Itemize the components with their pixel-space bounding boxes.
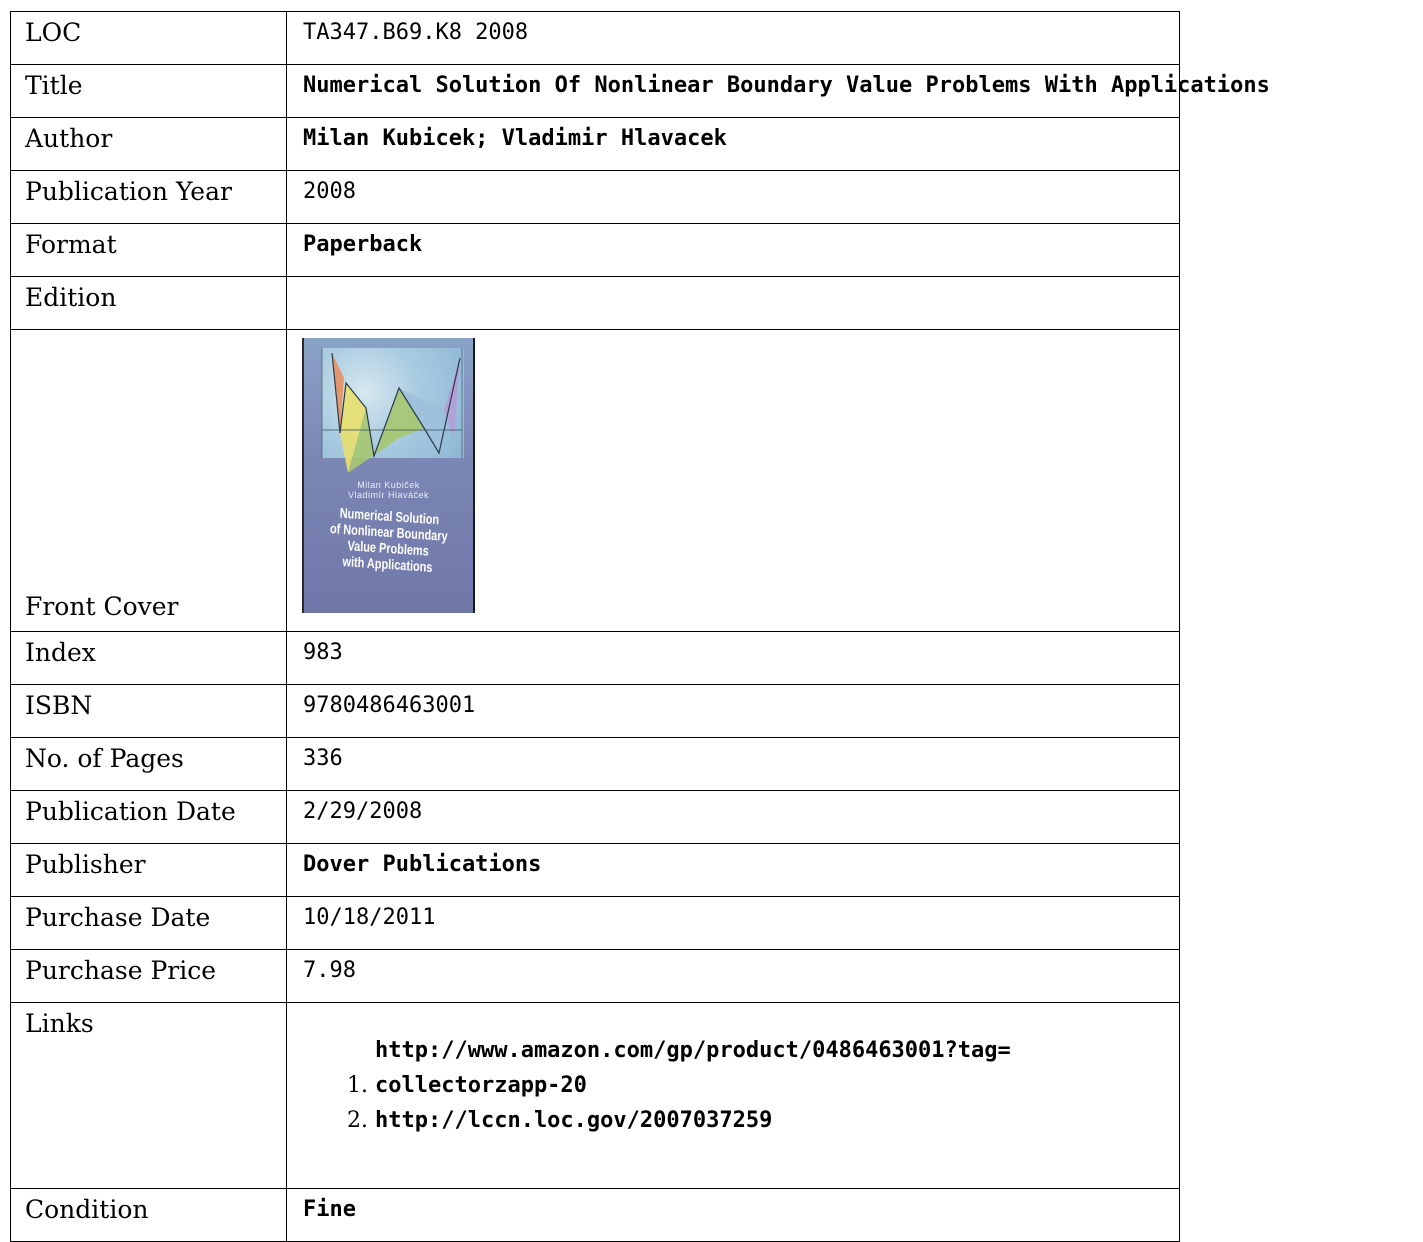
title-label: Title (10, 64, 287, 118)
row-pages: No. of Pages 336 (10, 737, 1180, 791)
loc-label: LOC (10, 11, 287, 65)
links-cell: http://www.amazon.com/gp/product/0486463… (286, 1002, 1180, 1189)
publisher-label: Publisher (10, 843, 287, 897)
front-cover-image: Milan Kubiček Vladimír Hlaváček Numerica… (302, 338, 475, 613)
purchase-date-label: Purchase Date (10, 896, 287, 950)
link-item-amazon[interactable]: http://www.amazon.com/gp/product/0486463… (375, 1033, 1179, 1103)
cover-title: Numerical Solution of Nonlinear Boundary… (321, 504, 455, 577)
row-loc: LOC TA347.B69.K8 2008 (10, 11, 1180, 65)
condition-label: Condition (10, 1188, 287, 1242)
edition-label: Edition (10, 276, 287, 330)
link-lccn-url[interactable]: http://lccn.loc.gov/2007037259 (375, 1103, 1115, 1138)
purchase-price-value: 7.98 (286, 949, 1180, 1003)
row-links: Links http://www.amazon.com/gp/product/0… (10, 1002, 1180, 1189)
row-format: Format Paperback (10, 223, 1180, 277)
row-edition: Edition (10, 276, 1180, 330)
links-list: http://www.amazon.com/gp/product/0486463… (287, 1033, 1179, 1138)
format-value: Paperback (286, 223, 1180, 277)
link-amazon-url-line-2[interactable]: collectorzapp-20 (375, 1073, 587, 1098)
row-isbn: ISBN 9780486463001 (10, 684, 1180, 738)
purchase-price-label: Purchase Price (10, 949, 287, 1003)
author-label: Author (10, 117, 287, 171)
publisher-value: Dover Publications (286, 843, 1180, 897)
links-label: Links (10, 1002, 287, 1189)
front-cover-label: Front Cover (10, 329, 287, 632)
publication-year-value: 2008 (286, 170, 1180, 224)
row-publication-date: Publication Date 2/29/2008 (10, 790, 1180, 844)
link-amazon-url-line-1[interactable]: http://www.amazon.com/gp/product/0486463… (375, 1038, 1011, 1063)
publication-year-label: Publication Year (10, 170, 287, 224)
author-value: Milan Kubicek; Vladimir Hlavacek (286, 117, 1180, 171)
book-record-table: LOC TA347.B69.K8 2008 Title Numerical So… (10, 11, 1270, 1242)
isbn-value: 9780486463001 (286, 684, 1180, 738)
purchase-date-value: 10/18/2011 (286, 896, 1180, 950)
format-label: Format (10, 223, 287, 277)
edition-value (286, 276, 1180, 330)
publication-date-value: 2/29/2008 (286, 790, 1180, 844)
pages-label: No. of Pages (10, 737, 287, 791)
index-label: Index (10, 631, 287, 685)
cover-author-2: Vladimír Hlaváček (347, 490, 430, 500)
row-purchase-price: Purchase Price 7.98 (10, 949, 1180, 1003)
row-publisher: Publisher Dover Publications (10, 843, 1180, 897)
row-index: Index 983 (10, 631, 1180, 685)
cover-authors: Milan Kubiček Vladimír Hlaváček (304, 480, 473, 500)
isbn-label: ISBN (10, 684, 287, 738)
condition-value: Fine (286, 1188, 1180, 1242)
cover-author-1: Milan Kubiček (357, 480, 420, 490)
row-purchase-date: Purchase Date 10/18/2011 (10, 896, 1180, 950)
row-condition: Condition Fine (10, 1188, 1180, 1242)
link-item-lccn[interactable]: http://lccn.loc.gov/2007037259 (375, 1103, 1179, 1138)
row-publication-year: Publication Year 2008 (10, 170, 1180, 224)
pages-value: 336 (286, 737, 1180, 791)
front-cover-cell: Milan Kubiček Vladimír Hlaváček Numerica… (286, 329, 1180, 632)
index-value: 983 (286, 631, 1180, 685)
row-author: Author Milan Kubicek; Vladimir Hlavacek (10, 117, 1180, 171)
link-amazon-url[interactable]: http://www.amazon.com/gp/product/0486463… (375, 1033, 1115, 1103)
row-front-cover: Front Cover Milan Kubiček Vladimír Hlavá… (10, 329, 1180, 632)
row-title: Title Numerical Solution Of Nonlinear Bo… (10, 64, 1270, 118)
publication-date-label: Publication Date (10, 790, 287, 844)
title-value: Numerical Solution Of Nonlinear Boundary… (286, 64, 1270, 118)
loc-value: TA347.B69.K8 2008 (286, 11, 1180, 65)
